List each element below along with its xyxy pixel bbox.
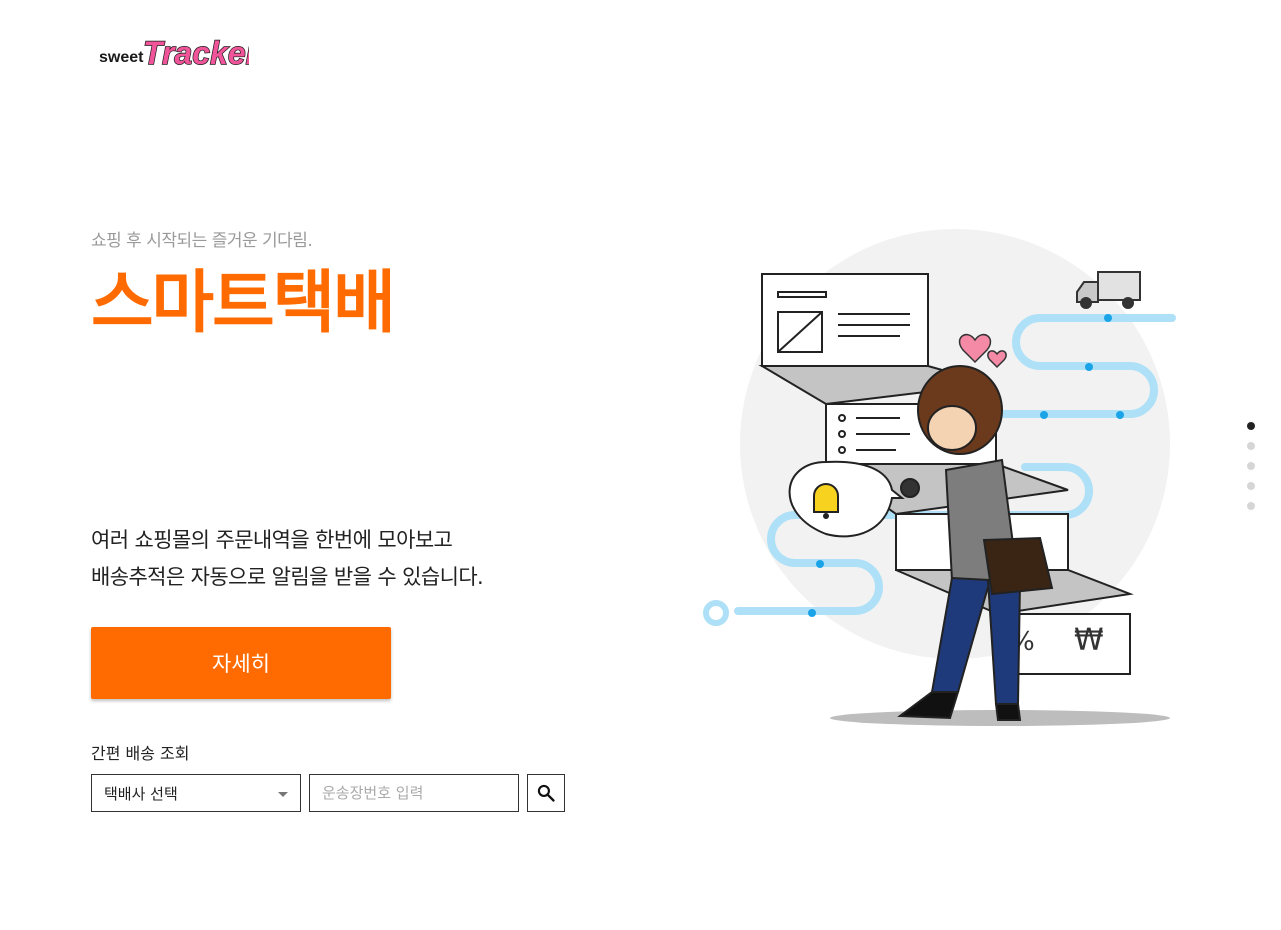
page-indicator: [1247, 422, 1257, 522]
description-line-1: 여러 쇼핑몰의 주문내역을 한번에 모아보고: [91, 528, 453, 552]
page-dot-2[interactable]: [1247, 442, 1255, 450]
search-icon: [537, 784, 555, 802]
search-button[interactable]: [527, 774, 565, 812]
delivery-illustration: % ₩: [703, 229, 1176, 726]
won-sign: ₩: [1074, 623, 1104, 658]
hero-description: 여러 쇼핑몰의 주문내역을 한번에 모아보고 배송추적은 자동으로 알림을 받을…: [91, 522, 484, 596]
tracking-number-input[interactable]: [309, 774, 519, 812]
quick-search-label: 간편 배송 조회: [91, 744, 190, 763]
description-line-2: 배송추적은 자동으로 알림을 받을 수 있습니다.: [91, 565, 484, 589]
courier-select-value: 택배사 선택: [104, 785, 178, 803]
page-dot-3[interactable]: [1247, 462, 1255, 470]
hero-headline: 스마트택배: [91, 264, 396, 343]
dropdown-caret-icon: [278, 792, 288, 797]
logo-main: Tracker: [143, 35, 249, 71]
page-dot-4[interactable]: [1247, 482, 1255, 490]
sweettracker-logo[interactable]: sweet Tracker: [97, 32, 249, 76]
page-dot-1[interactable]: [1247, 422, 1255, 430]
page-dot-5[interactable]: [1247, 502, 1255, 510]
logo-prefix: sweet: [99, 49, 144, 66]
bell-icon: [813, 483, 839, 513]
route-start-circle: [703, 600, 729, 626]
courier-select[interactable]: 택배사 선택: [91, 774, 301, 812]
detail-button[interactable]: 자세히: [91, 627, 391, 699]
hero-subtitle: 쇼핑 후 시작되는 즐거운 기다림.: [91, 231, 313, 251]
